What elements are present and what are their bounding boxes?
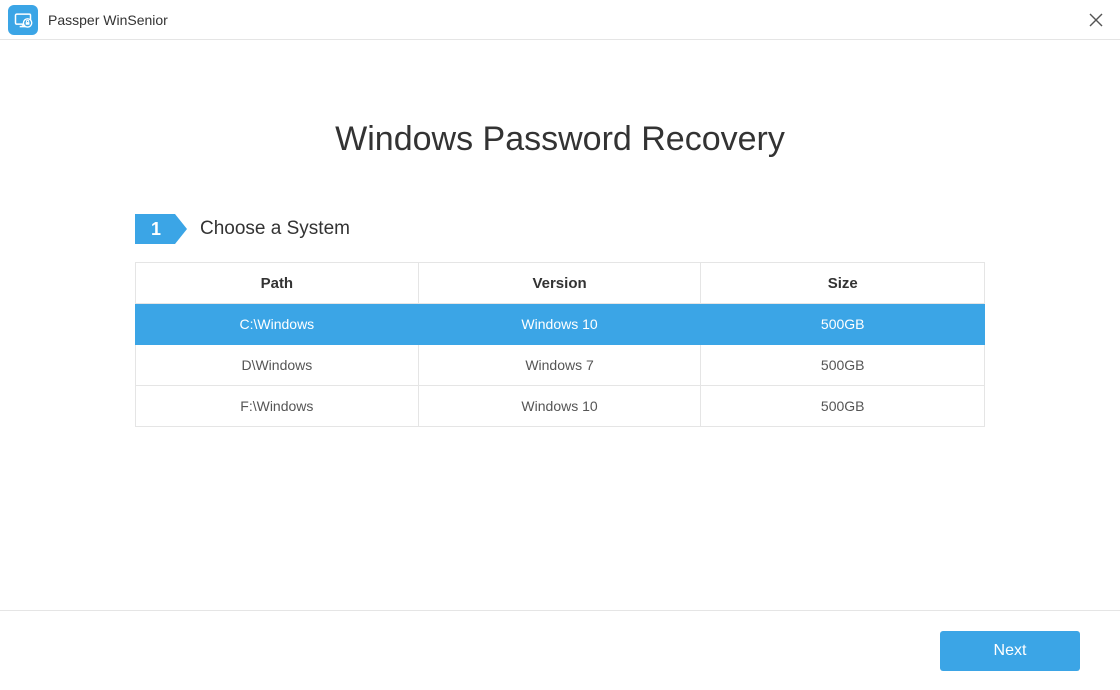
step-number: 1 [135, 214, 177, 244]
inner-container: 1 Choose a System Path Version Size C:\W… [135, 214, 985, 427]
content: Windows Password Recovery 1 Choose a Sys… [0, 120, 1120, 427]
page-title: Windows Password Recovery [0, 120, 1120, 159]
footer: Next [0, 610, 1120, 690]
table-header-row: Path Version Size [136, 263, 985, 304]
step-badge: 1 [135, 214, 185, 244]
header-version: Version [418, 263, 701, 304]
table-row[interactable]: C:\WindowsWindows 10500GB [136, 304, 985, 345]
close-button[interactable] [1080, 4, 1112, 36]
cell-version: Windows 10 [418, 386, 701, 427]
cell-version: Windows 7 [418, 345, 701, 386]
table-row[interactable]: D\WindowsWindows 7500GB [136, 345, 985, 386]
cell-size: 500GB [701, 386, 985, 427]
close-icon [1089, 13, 1103, 27]
system-table: Path Version Size C:\WindowsWindows 1050… [135, 262, 985, 427]
cell-path: D\Windows [136, 345, 419, 386]
cell-version: Windows 10 [418, 304, 701, 345]
table-row[interactable]: F:\WindowsWindows 10500GB [136, 386, 985, 427]
titlebar: Passper WinSenior [0, 0, 1120, 40]
step-indicator: 1 Choose a System [135, 214, 985, 244]
header-path: Path [136, 263, 419, 304]
app-icon [8, 5, 38, 35]
app-title: Passper WinSenior [48, 12, 168, 28]
cell-size: 500GB [701, 304, 985, 345]
next-button[interactable]: Next [940, 631, 1080, 671]
cell-path: F:\Windows [136, 386, 419, 427]
cell-size: 500GB [701, 345, 985, 386]
cell-path: C:\Windows [136, 304, 419, 345]
header-size: Size [701, 263, 985, 304]
titlebar-left: Passper WinSenior [8, 5, 168, 35]
step-label: Choose a System [200, 218, 350, 240]
